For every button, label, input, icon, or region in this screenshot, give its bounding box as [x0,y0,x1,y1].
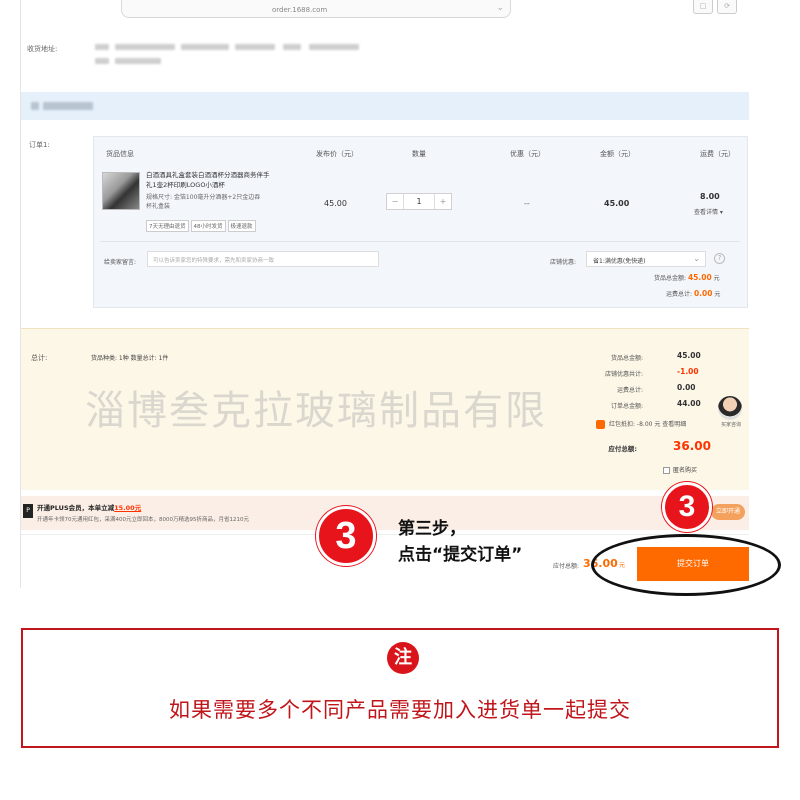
window-button-icon[interactable]: ⟳ [717,0,737,14]
summary-row-label: 订单总金额: [610,403,643,410]
header-quantity: 数量 [412,150,426,158]
chevron-down-icon: ⌄ [693,254,700,263]
summary-row-value: -1.00 [677,367,699,376]
note-box: 注 如果需要多个不同产品需要加入进货单一起提交 [21,628,779,748]
plus-icon[interactable]: + [435,194,451,209]
product-spec: 规格尺寸: 金箔100毫升分酒器+2只金边吞杯礼盒装 [146,194,261,210]
plus-membership-bar: P 开通PLUS会员，本单立减15.00元 开通年卡领70元通用红包，采满400… [21,496,749,530]
url-text: order.1688.com [272,6,328,14]
bottom-pay-label: 应付总额: [553,563,580,570]
chevron-down-icon: ⌄ [496,3,504,13]
plus-title-text: 开通PLUS会员，本单立减 [37,504,115,512]
blurred-text [115,44,175,50]
service-tag: 极速退款 [227,220,256,232]
minus-icon[interactable]: − [387,194,403,209]
service-tags: 7天无理由退货 48小时发货 极速退款 [146,220,256,232]
window-button-icon[interactable]: □ [693,0,713,14]
header-price: 发布价（元） [316,150,358,158]
product-title[interactable]: 白酒酒具礼盒套装白酒酒杯分酒器商务伴手礼1壶2杯印刷LOGO小酒杯 [146,170,271,190]
step-line: 点击“提交订单” [398,545,523,565]
step-number-badge: 3 [316,506,376,566]
header-product: 货品信息 [106,150,134,158]
blurred-text [95,58,109,64]
blurred-text [235,44,275,50]
shop-discount-select[interactable]: 省1:满优惠(免快递) ⌄ [586,251,706,267]
open-plus-button[interactable]: 立即开通 [711,504,745,520]
anonymous-purchase-checkbox[interactable]: 匿名购买 [663,465,697,474]
summary-row-value: 44.00 [677,399,701,408]
note-text: 如果需要多个不同产品需要加入进货单一起提交 [169,698,631,722]
freight-total-value: 0.00 [693,289,713,298]
freight-value: 8.00 [700,192,720,201]
page: order.1688.com ⌄ □ ⟳ 收货地址: 订单1: 货品信息 发布价… [0,0,800,800]
highlight-ellipse [591,534,781,596]
divider [100,241,740,242]
step-line: 第三步， [398,519,466,539]
service-tag: 7天无理由退货 [146,220,189,232]
header-amount: 金额（元） [600,150,635,158]
summary-kinds: 货品种类: 1种 数量总计: 1件 [91,355,169,362]
quantity-input[interactable]: 1 [403,194,435,209]
summary-label: 总计: [31,354,48,362]
freight-total-label: 运费总计: [666,291,693,298]
discount-value: -- [524,199,530,208]
shop-discount-value: 省1:满优惠(免快递) [593,258,646,265]
summary-row-value: 45.00 [677,351,701,360]
message-label: 给卖家留言: [104,259,137,266]
blurred-text [181,44,229,50]
quantity-stepper[interactable]: − 1 + [386,193,452,210]
header-freight: 运费（元） [700,150,735,158]
help-icon[interactable]: ? [714,253,725,264]
amount-value: 45.00 [604,199,630,208]
summary-row-label: 运费总计: [616,387,643,394]
summary-row-label: 货品总金额: [610,355,643,362]
goods-total-value: 45.00 [687,273,712,282]
goods-total-label: 货品总金额: [654,275,687,282]
plus-logo-icon: P [23,504,33,518]
message-input[interactable]: 可以告诉卖家您的特殊要求，需先和卖家协商一致 [147,251,379,267]
plus-description: 开通年卡领70元通用红包，采满400元立即回本，8000万精选95折商品，月省1… [37,517,249,523]
blurred-text [115,58,161,64]
redpack-text[interactable]: 红包抵扣: -8.00 元 查看明细 [609,419,686,428]
unit-label: 元 [714,291,721,298]
unit-label: 元 [713,275,720,282]
goods-total-row: 货品总金额: 45.00 元 [654,273,720,282]
unit-price: 45.00 [324,199,347,208]
header-discount: 优惠（元） [510,150,545,158]
freight-details-link[interactable]: 查看详情 ▾ [694,207,723,216]
blurred-text [283,44,301,50]
step-number-badge: 3 [662,482,712,532]
payable-value: 36.00 [673,439,711,453]
checkbox-icon[interactable] [663,467,670,474]
summary-row-value: 0.00 [677,383,696,392]
browser-screenshot: order.1688.com ⌄ □ ⟳ 收货地址: 订单1: 货品信息 发布价… [20,0,750,588]
blurred-text [43,102,93,110]
freight-total-row: 运费总计: 0.00 元 [666,289,720,298]
blurred-text [95,44,109,50]
watermark: 淄博叁克拉玻璃制品有限 [85,388,547,434]
address-label: 收货地址: [27,45,58,53]
product-image[interactable] [102,172,140,210]
url-bar[interactable]: order.1688.com ⌄ [121,0,511,18]
order-label: 订单1: [29,141,50,149]
section-band [21,92,749,120]
plus-title: 开通PLUS会员，本单立减15.00元 [37,502,141,512]
shop-discount-label: 店铺优惠: [550,259,577,266]
service-tag: 48小时发货 [190,220,226,232]
summary-row-label: 店铺优惠共计: [604,371,643,378]
blurred-text [31,102,39,110]
step-instruction: 第三步， 点击“提交订单” [398,516,522,568]
blurred-text [309,44,359,50]
plus-title-amount: 15.00元 [114,504,142,512]
redpack-checkbox[interactable] [596,420,605,429]
payable-label: 应付总额: [608,445,637,453]
anonymous-label: 匿名购买 [673,467,698,474]
note-icon: 注 [387,642,419,674]
avatar[interactable] [718,396,742,420]
buyer-consult-label[interactable]: 买家咨询 [718,422,744,429]
order-table: 货品信息 发布价（元） 数量 优惠（元） 金额（元） 运费（元） 白酒酒具礼盒套… [93,136,748,308]
